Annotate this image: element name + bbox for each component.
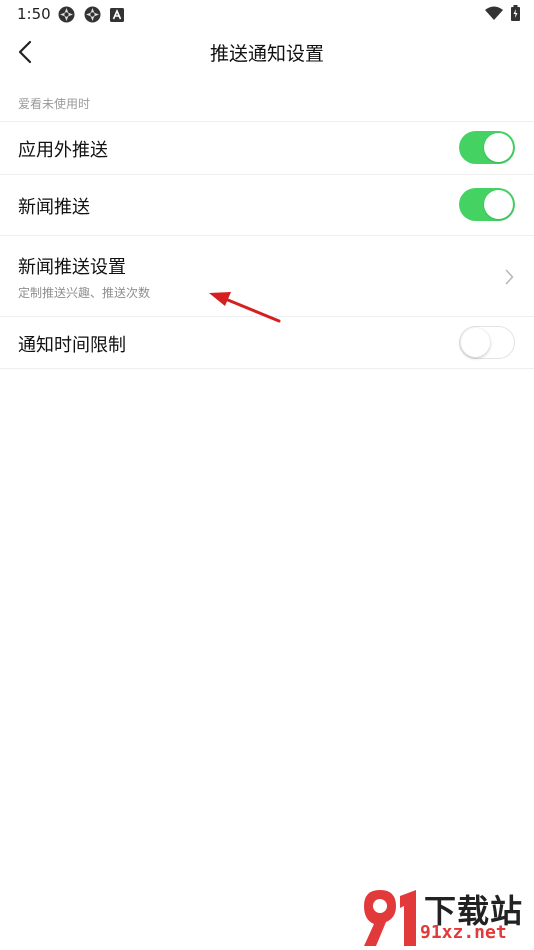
wifi-icon [485, 6, 503, 20]
app-header: 推送通知设置 [0, 28, 534, 76]
setting-row-outside-push[interactable]: 应用外推送 [0, 122, 534, 175]
logo-91-icon [364, 890, 416, 946]
status-bar: 1:50 [0, 0, 534, 28]
setting-label: 通知时间限制 [18, 335, 126, 356]
chevron-right-icon [505, 269, 514, 285]
watermark-domain: 91xz.net [420, 922, 507, 943]
status-time: 1:50 [17, 5, 51, 23]
status-icons-right [485, 5, 520, 21]
toggle-knob [484, 133, 513, 162]
toggle-knob [484, 190, 513, 219]
status-icons-left [58, 6, 124, 23]
aperture-icon [58, 6, 75, 23]
font-a-icon [110, 7, 124, 22]
watermark-logo: 下载站 91xz.net [358, 884, 530, 950]
section-label: 爱看未使用时 [18, 97, 91, 111]
notify-time-limit-toggle[interactable] [459, 326, 515, 359]
setting-label: 新闻推送设置 [18, 257, 126, 278]
aperture-icon [84, 6, 101, 23]
setting-subtitle: 定制推送兴趣、推送次数 [18, 286, 151, 300]
outside-push-toggle[interactable] [459, 131, 515, 164]
setting-label: 应用外推送 [18, 140, 108, 161]
news-push-toggle[interactable] [459, 188, 515, 221]
page-title: 推送通知设置 [209, 43, 324, 65]
annotation-arrow [209, 292, 281, 323]
settings-list: 应用外推送 新闻推送 新闻推送设置 定制推送兴趣、推送次数 通知时间限制 [0, 121, 534, 369]
setting-row-news-push[interactable]: 新闻推送 [0, 175, 534, 236]
setting-label: 新闻推送 [18, 197, 90, 218]
battery-charging-icon [511, 5, 520, 21]
toggle-knob [461, 328, 490, 357]
